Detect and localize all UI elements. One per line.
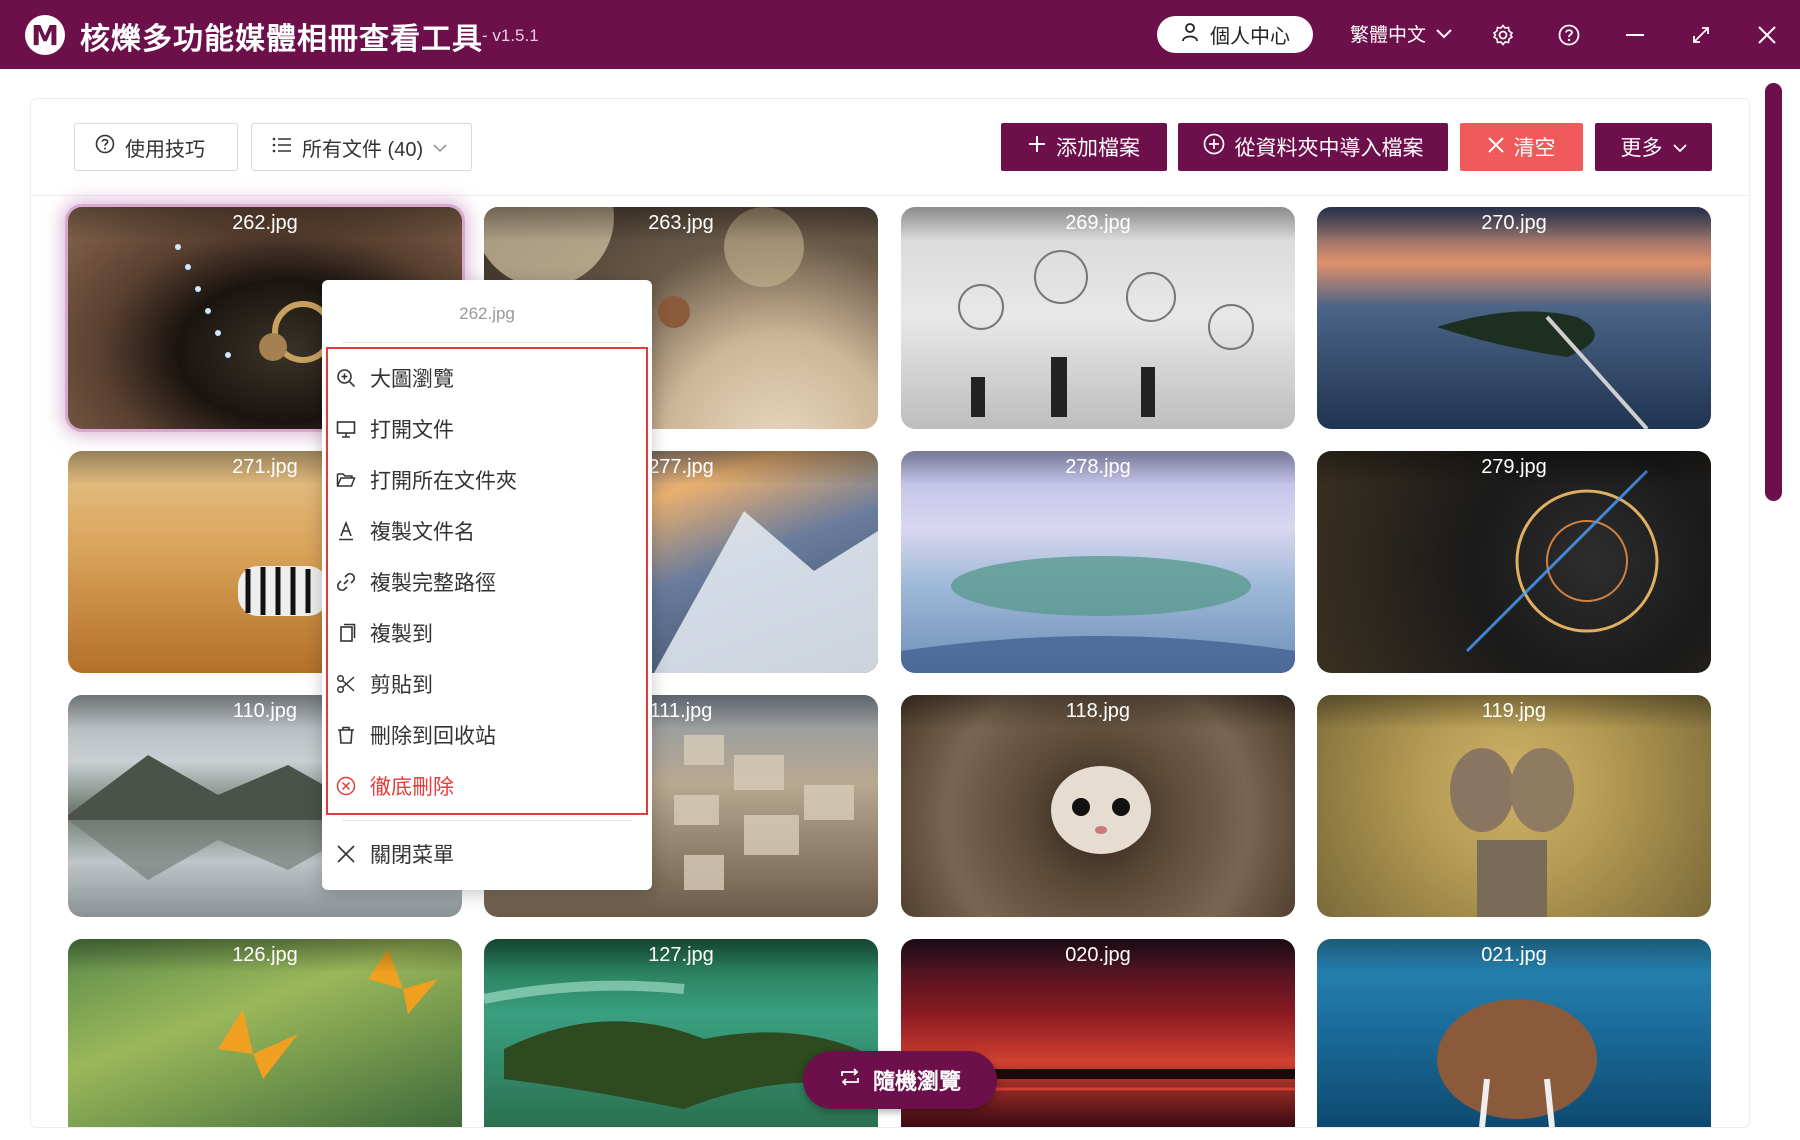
link-icon (336, 572, 356, 592)
menu-item-label: 複製到 (370, 623, 433, 646)
list-icon (272, 136, 292, 159)
folder-open-icon (336, 470, 356, 490)
menu-item-large-view[interactable]: 大圖瀏覽 (336, 363, 454, 393)
thumbnail-filename: 118.jpg (901, 695, 1295, 729)
thumbnail-filename: 270.jpg (1317, 207, 1711, 241)
context-menu-divider (342, 342, 632, 343)
menu-item-label: 徹底刪除 (370, 776, 454, 799)
language-select[interactable]: 繁體中文 (1350, 20, 1452, 47)
chevron-down-icon (1436, 23, 1452, 45)
chevron-down-icon (433, 136, 447, 159)
menu-item-open-folder[interactable]: 打開所在文件夾 (336, 465, 517, 495)
thumbnail-filename: 020.jpg (901, 939, 1295, 973)
add-file-label: 添加檔案 (1056, 137, 1140, 160)
thumbnail-filename: 279.jpg (1317, 451, 1711, 485)
x-icon (1487, 135, 1504, 159)
user-center-label: 個人中心 (1210, 26, 1290, 48)
language-label: 繁體中文 (1350, 25, 1427, 46)
copy-icon (336, 623, 356, 643)
more-button[interactable]: 更多 (1595, 123, 1712, 171)
thumbnail-filename: 263.jpg (484, 207, 878, 241)
menu-item-label: 複製文件名 (370, 521, 475, 544)
thumbnail-filename: 021.jpg (1317, 939, 1711, 973)
app-logo: M (25, 15, 65, 55)
thumbnail-filename: 262.jpg (68, 207, 462, 241)
menu-item-label: 大圖瀏覽 (370, 368, 454, 391)
close-icon[interactable] (1750, 18, 1784, 52)
import-folder-label: 從資料夾中導入檔案 (1234, 137, 1424, 160)
menu-item-copy-path[interactable]: 複製完整路徑 (336, 567, 496, 597)
context-menu: 262.jpg 大圖瀏覽 打開文件 打開所在文件夾 複製文件名 複製完整路徑 複… (322, 280, 652, 890)
menu-item-recycle[interactable]: 刪除到回收站 (336, 720, 496, 750)
toolbar-divider (30, 195, 1750, 196)
minimize-icon[interactable] (1618, 18, 1652, 52)
menu-item-label: 刪除到回收站 (370, 725, 496, 748)
image-thumbnail[interactable]: 269.jpg (901, 207, 1295, 429)
random-browse-button[interactable]: 隨機瀏覽 (803, 1051, 997, 1109)
menu-item-open-file[interactable]: 打開文件 (336, 414, 454, 444)
menu-item-copy-filename[interactable]: 複製文件名 (336, 516, 475, 546)
random-browse-label: 隨機瀏覽 (872, 1069, 961, 1094)
menu-item-cut-to[interactable]: 剪貼到 (336, 669, 433, 699)
clear-button[interactable]: 清空 (1460, 123, 1583, 171)
thumbnail-filename: 126.jpg (68, 939, 462, 973)
context-menu-title: 262.jpg (459, 304, 515, 323)
thumbnail-filename: 119.jpg (1317, 695, 1711, 729)
thumbnail-filename: 127.jpg (484, 939, 878, 973)
menu-item-label: 打開文件 (370, 419, 454, 442)
tips-label: 使用技巧 (125, 138, 205, 161)
tips-button[interactable]: 使用技巧 (74, 123, 238, 171)
image-thumbnail[interactable]: 270.jpg (1317, 207, 1711, 429)
file-filter-select[interactable]: 所有文件 (40) (251, 123, 472, 171)
thumbnail-filename: 269.jpg (901, 207, 1295, 241)
add-file-button[interactable]: 添加檔案 (1001, 123, 1167, 171)
image-thumbnail[interactable]: 278.jpg (901, 451, 1295, 673)
question-circle-icon (95, 134, 115, 160)
file-filter-label: 所有文件 (40) (302, 138, 424, 161)
thumbnail-filename: 278.jpg (901, 451, 1295, 485)
text-a-icon (336, 521, 356, 541)
image-thumbnail[interactable]: 118.jpg (901, 695, 1295, 917)
menu-item-copy-to[interactable]: 複製到 (336, 618, 433, 648)
close-icon (336, 844, 356, 864)
clear-label: 清空 (1513, 137, 1556, 160)
plus-icon (1028, 135, 1046, 159)
trash-icon (336, 725, 356, 745)
maximize-icon[interactable] (1684, 18, 1718, 52)
help-icon[interactable] (1552, 18, 1586, 52)
monitor-icon (336, 419, 356, 439)
circle-x-icon (336, 776, 356, 796)
menu-item-label: 剪貼到 (370, 674, 433, 697)
import-folder-button[interactable]: 從資料夾中導入檔案 (1178, 123, 1448, 171)
more-label: 更多 (1620, 137, 1663, 160)
zoom-in-icon (336, 368, 356, 388)
user-icon (1180, 22, 1200, 48)
menu-item-label: 打開所在文件夾 (370, 470, 517, 493)
menu-item-label: 複製完整路徑 (370, 572, 496, 595)
image-thumbnail[interactable]: 021.jpg (1317, 939, 1711, 1127)
menu-item-delete-permanently[interactable]: 徹底刪除 (336, 771, 454, 801)
user-center-button[interactable]: 個人中心 (1157, 16, 1313, 53)
image-thumbnail[interactable]: 119.jpg (1317, 695, 1711, 917)
chevron-down-icon (1672, 135, 1687, 159)
app-version: - v1.5.1 (482, 26, 539, 45)
image-thumbnail[interactable]: 126.jpg (68, 939, 462, 1127)
context-menu-divider (342, 820, 632, 821)
settings-gear-icon[interactable] (1486, 18, 1520, 52)
scrollbar-thumb[interactable] (1765, 83, 1782, 501)
plus-circle-icon (1203, 133, 1225, 161)
menu-item-close-menu[interactable]: 關閉菜單 (336, 839, 454, 869)
scissors-icon (336, 674, 356, 694)
close-menu-label: 關閉菜單 (370, 844, 454, 867)
repeat-icon (839, 1067, 861, 1093)
title-bar: M 核爍多功能媒體相冊查看工具 - v1.5.1 個人中心 繁體中文 (0, 0, 1800, 69)
image-thumbnail[interactable]: 279.jpg (1317, 451, 1711, 673)
app-title: 核爍多功能媒體相冊查看工具 (80, 23, 483, 56)
